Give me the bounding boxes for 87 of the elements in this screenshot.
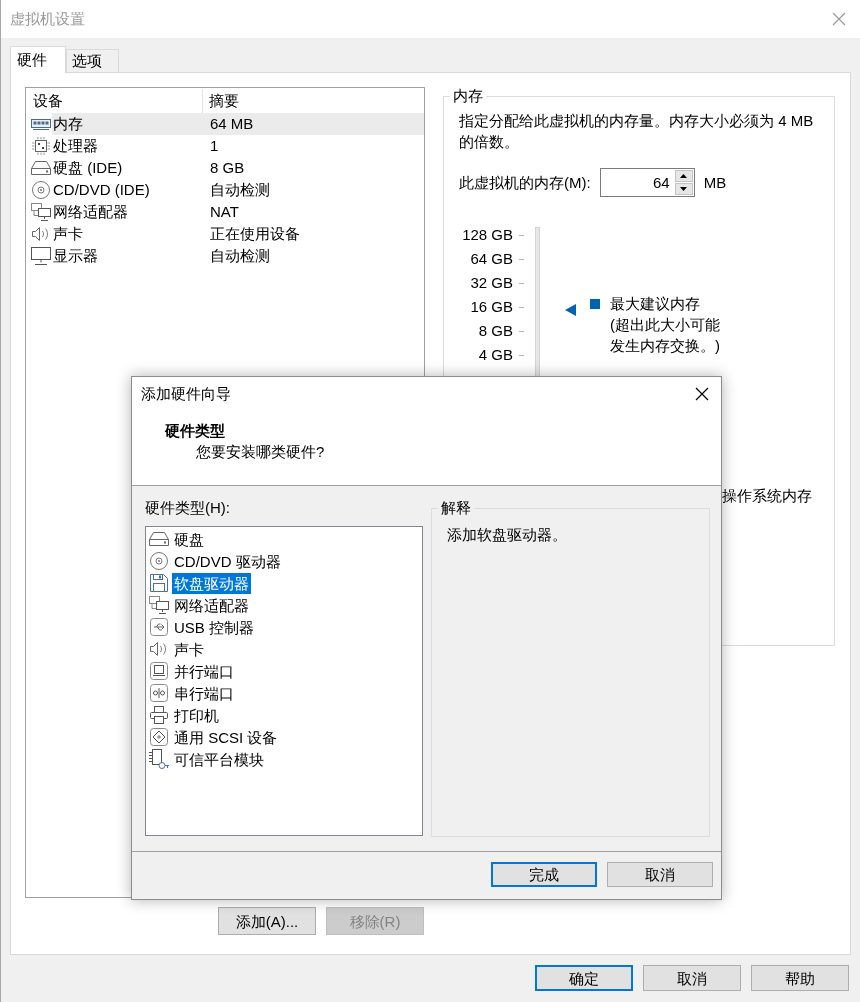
table-cell-text: 网络适配器 (52, 202, 129, 222)
tick-mark (519, 258, 524, 260)
disc-icon (32, 181, 50, 199)
table-cell-text: NAT (210, 202, 239, 222)
scale-label: 128 GB (462, 225, 513, 245)
scale-label: 4 GB (478, 345, 513, 365)
group-title: 内存 (452, 87, 484, 105)
table-cell-text: 自动检测 (210, 246, 270, 266)
column-header: 设备 (26, 88, 203, 113)
chip-icon (32, 137, 50, 155)
tick-mark (519, 234, 524, 236)
table-cell-text: 自动检测 (210, 180, 270, 200)
table-cell-text: 8 GB (210, 158, 245, 178)
speaker-icon (150, 641, 168, 657)
wizard-subheading: 您要安装哪类硬件? (196, 442, 326, 462)
tick-mark (519, 330, 524, 332)
memory-slider-track[interactable] (535, 227, 540, 377)
printer-icon (150, 706, 168, 724)
hardware-type-item[interactable]: 声卡 (149, 638, 422, 660)
tab[interactable]: 选项 (66, 49, 119, 72)
tab[interactable]: 硬件 (10, 46, 66, 73)
speaker-icon (32, 226, 50, 242)
table-cell-text: 显示器 (52, 246, 99, 266)
device-row[interactable]: 声卡 正在使用设备 (26, 223, 424, 245)
hardware-type-item[interactable]: 并行端口 (149, 660, 422, 682)
scale-label: 64 GB (470, 249, 513, 269)
table-cell-text: 声卡 (52, 224, 84, 244)
group-title: 解释 (440, 499, 472, 517)
table-cell-text: CD/DVD (IDE) (52, 180, 151, 200)
laptop-icon (150, 662, 168, 680)
scale-label: 32 GB (470, 273, 513, 293)
hardware-type-item[interactable]: 可信平台模块 (149, 748, 422, 770)
cancel-button[interactable]: 取消 (643, 965, 741, 991)
chip-key-icon (149, 749, 169, 769)
ok-button[interactable]: 确定 (535, 965, 633, 991)
column-header: 摘要 (208, 90, 239, 111)
table-cell-text: 内存 (52, 114, 84, 134)
unit-label: MB (703, 172, 727, 193)
device-row[interactable]: 处理器 1 (26, 135, 424, 157)
computers-icon (149, 596, 169, 614)
monitor-icon (31, 247, 51, 265)
add-button[interactable]: 添加(A)... (218, 907, 316, 935)
legend-label: 最大建议内存 (610, 294, 700, 314)
wizard-heading: 硬件类型 (165, 421, 226, 441)
hard-drive-icon (149, 532, 169, 546)
table-cell-text: 处理器 (52, 136, 99, 156)
disc-icon (150, 552, 168, 570)
diamond-icon (150, 728, 168, 746)
legend-note: (超出此大小可能发生内存交换。) (610, 315, 721, 356)
device-row[interactable]: 网络适配器 NAT (26, 201, 424, 223)
window-title: 虚拟机设置 (10, 9, 85, 29)
list-label: 硬件类型(H): (145, 498, 231, 518)
hardware-type-item[interactable]: USB 控制器 (149, 616, 422, 638)
device-row[interactable]: CD/DVD (IDE) 自动检测 (26, 179, 424, 201)
computers-icon (31, 203, 51, 221)
table-cell-text: 1 (210, 136, 219, 156)
memory-note-text: 操作系统内存 (722, 486, 813, 506)
hardware-type-item[interactable]: 串行端口 (149, 682, 422, 704)
scale-label: 8 GB (478, 321, 513, 341)
cancel-button[interactable]: 取消 (607, 862, 713, 887)
tick-mark (519, 282, 524, 284)
help-button[interactable]: 帮助 (751, 965, 849, 991)
hardware-type-item[interactable]: 软盘驱动器 (149, 572, 422, 594)
usb-icon (150, 618, 168, 636)
explanation-text: 添加软盘驱动器。 (446, 525, 568, 545)
tick-mark (519, 354, 524, 356)
device-row[interactable]: 显示器 自动检测 (26, 245, 424, 267)
table-cell-text: 正在使用设备 (210, 224, 300, 244)
hardware-type-item[interactable]: 硬盘 (149, 528, 422, 550)
hardware-type-item[interactable]: 通用 SCSI 设备 (149, 726, 422, 748)
memory-size-label: 此虚拟机的内存(M): (459, 172, 591, 193)
scale-label: 16 GB (470, 297, 513, 317)
device-row[interactable]: 硬盘 (IDE) 8 GB (26, 157, 424, 179)
dialog-title: 添加硬件向导 (141, 383, 231, 404)
finish-button[interactable]: 完成 (491, 862, 597, 887)
hard-drive-icon (31, 161, 51, 175)
hardware-type-item[interactable]: 打印机 (149, 704, 422, 726)
close-icon[interactable] (695, 386, 709, 401)
connector-icon (150, 684, 168, 702)
memory-module-icon (31, 117, 51, 131)
hardware-type-item[interactable]: 网络适配器 (149, 594, 422, 616)
memory-description: 指定分配给此虚拟机的内存量。内存大小必须为 4 MB 的倍数。 (459, 111, 815, 152)
tick-mark (519, 306, 524, 308)
hardware-type-item[interactable]: CD/DVD 驱动器 (149, 550, 422, 572)
table-cell-text: 硬盘 (IDE) (52, 158, 124, 178)
triangle-marker-icon (565, 304, 576, 316)
table-cell-text: 64 MB (210, 114, 254, 134)
